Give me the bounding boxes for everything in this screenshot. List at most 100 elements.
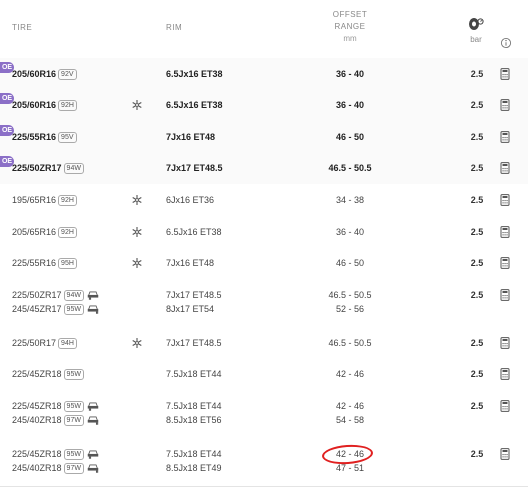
rim-size: 7Jx16 ET48 [166, 258, 215, 268]
rear-axle-car-icon [87, 416, 99, 425]
table-row[interactable]: 225/45ZR18 95W 245/40ZR18 97W 7.5Jx18 ET44 8.… [0, 438, 528, 487]
calculator-icon[interactable] [500, 448, 510, 460]
load-index-badge: 92H [58, 227, 77, 238]
tire-size: 205/60R16 92V [12, 68, 77, 80]
tire-size-label: 225/50ZR17 [12, 290, 62, 300]
load-index-badge: 94H [58, 338, 77, 349]
rim-size: 7.5Jx18 ET44 [166, 401, 222, 411]
load-index-badge: 92H [58, 100, 77, 111]
tire-size: 225/50ZR17 94W [12, 289, 100, 301]
pressure-value: 2.5 [470, 449, 484, 459]
snowflake-icon [132, 100, 142, 110]
table-row[interactable]: OE 205/60R16 92V 6.5Jx16 ET38 36 - 40 2.5 [0, 58, 528, 90]
calculator-icon[interactable] [500, 257, 510, 269]
front-axle-car-icon [87, 450, 99, 459]
snowflake-icon [132, 338, 142, 348]
table-row[interactable]: OE 225/55R16 95V 7Jx16 ET48 46 - 50 2.5 [0, 121, 528, 153]
tire-size-label: 205/60R16 [12, 100, 57, 110]
offset-range: 42 - 46 [335, 369, 365, 379]
table-row[interactable]: OE 225/50ZR17 94W 7Jx17 ET48.5 46.5 - 50.5 2.… [0, 152, 528, 185]
tire-size-label: 225/50R17 [12, 338, 57, 348]
info-icon[interactable] [500, 37, 512, 49]
tire-size: 225/50R17 94H [12, 337, 77, 349]
rim-size: 7.5Jx18 ET44 [166, 369, 222, 379]
rim-size: 7Jx16 ET48 [166, 132, 216, 142]
calculator-icon[interactable] [500, 337, 510, 349]
calculator-icon[interactable] [500, 194, 510, 206]
table-row[interactable]: 205/65R16 92H 6.5Jx16 ET38 36 - 40 2.5 [0, 216, 528, 248]
load-index-badge: 95W [63, 401, 84, 412]
table-header: TIRE RIM OFFSET RANGE mm bar [0, 0, 528, 59]
rim-size: 8.5Jx18 ET56 [166, 415, 222, 425]
offset-range: 46 - 50 [335, 258, 365, 268]
table-row[interactable]: 225/50ZR17 94W 245/45ZR17 95W 7Jx17 ET48.5 8J… [0, 279, 528, 328]
table-row[interactable]: 225/45ZR18 95W 7.5Jx18 ET44 42 - 46 2.5 [0, 358, 528, 391]
tire-size-label: 225/55R16 [12, 258, 57, 268]
header-pressure: bar [464, 17, 488, 44]
calculator-icon[interactable] [500, 226, 510, 238]
offset-range: 36 - 40 [335, 227, 365, 237]
tire-size: 195/65R16 92H [12, 194, 77, 206]
load-index-badge: 95H [58, 258, 77, 269]
tire-size: 225/45ZR18 95W [12, 448, 100, 460]
tire-size: 245/45ZR17 95W [12, 303, 100, 315]
tire-size-label: 245/40ZR18 [12, 415, 62, 425]
load-index-badge: 97W [63, 415, 84, 426]
table-row[interactable]: 225/45ZR18 95W 245/40ZR18 97W 7.5Jx18 ET44 8.… [0, 390, 528, 439]
pressure-value: 2.5 [470, 401, 484, 411]
tire-size: 205/60R16 92H [12, 99, 77, 111]
header-offset-line1: OFFSET [332, 10, 368, 19]
table-row[interactable]: 225/50R17 94H 7Jx17 ET48.5 46.5 - 50.5 2.5 [0, 327, 528, 359]
table-row[interactable]: 225/55R16 95H 7Jx16 ET48 46 - 50 2.5 [0, 247, 528, 280]
offset-range: 36 - 40 [335, 100, 365, 110]
header-tire: TIRE [12, 23, 33, 32]
load-index-badge: 97W [63, 463, 84, 474]
load-index-badge: 95W [63, 449, 84, 460]
tire-size-label: 205/65R16 [12, 227, 57, 237]
rim-size: 8Jx17 ET54 [166, 304, 215, 314]
offset-range: 34 - 38 [335, 195, 365, 205]
tire-size-label: 225/45ZR18 [12, 449, 62, 459]
pressure-value: 2.5 [470, 338, 484, 348]
tire-size-label: 225/50ZR17 [12, 163, 62, 173]
table-row[interactable]: 195/65R16 92H 6Jx16 ET36 34 - 38 2.5 [0, 184, 528, 217]
offset-range: 42 - 46 [335, 401, 365, 411]
rim-size: 7Jx17 ET48.5 [166, 163, 223, 173]
pressure-value: 2.5 [470, 227, 484, 237]
calculator-icon[interactable] [500, 162, 510, 174]
tire-fitment-table: TIRE RIM OFFSET RANGE mm bar OE 205/60R16… [0, 0, 528, 489]
tire-size: 225/55R16 95H [12, 257, 77, 269]
tire-size-label: 205/60R16 [12, 69, 57, 79]
snowflake-icon [132, 258, 142, 268]
snowflake-icon [132, 195, 142, 205]
calculator-icon[interactable] [500, 99, 510, 111]
pressure-value: 2.5 [470, 132, 484, 142]
table-row[interactable]: OE 205/60R16 92H 6.5Jx16 ET38 36 - 40 2.5 [0, 89, 528, 122]
header-pressure-unit: bar [470, 35, 482, 44]
tire-size: 225/45ZR18 95W [12, 368, 84, 380]
calculator-icon[interactable] [500, 400, 510, 412]
calculator-icon[interactable] [500, 368, 510, 380]
calculator-icon[interactable] [500, 289, 510, 301]
calculator-icon[interactable] [500, 131, 510, 143]
rim-size: 6.5Jx16 ET38 [166, 100, 223, 110]
tire-size-label: 245/45ZR17 [12, 304, 62, 314]
rim-size: 7Jx17 ET48.5 [166, 338, 222, 348]
pressure-value: 2.5 [470, 369, 484, 379]
header-offset-line2: RANGE [334, 22, 366, 31]
pressure-value: 2.5 [470, 195, 484, 205]
rim-size: 6Jx16 ET36 [166, 195, 215, 205]
pressure-value: 2.5 [470, 258, 484, 268]
load-index-badge: 92V [58, 69, 77, 80]
tire-size: 245/40ZR18 97W [12, 462, 100, 474]
calculator-icon[interactable] [500, 68, 510, 80]
offset-range: 52 - 56 [335, 304, 365, 314]
pressure-value: 2.5 [470, 290, 484, 300]
tire-size: 225/50ZR17 94W [12, 162, 84, 174]
tire-size: 245/40ZR18 97W [12, 414, 100, 426]
header-offset-unit: mm [343, 34, 357, 43]
rim-size: 8.5Jx18 ET49 [166, 463, 222, 473]
offset-range: 46.5 - 50.5 [328, 163, 372, 173]
offset-range: 46.5 - 50.5 [328, 338, 372, 348]
offset-range: 54 - 58 [335, 415, 365, 425]
